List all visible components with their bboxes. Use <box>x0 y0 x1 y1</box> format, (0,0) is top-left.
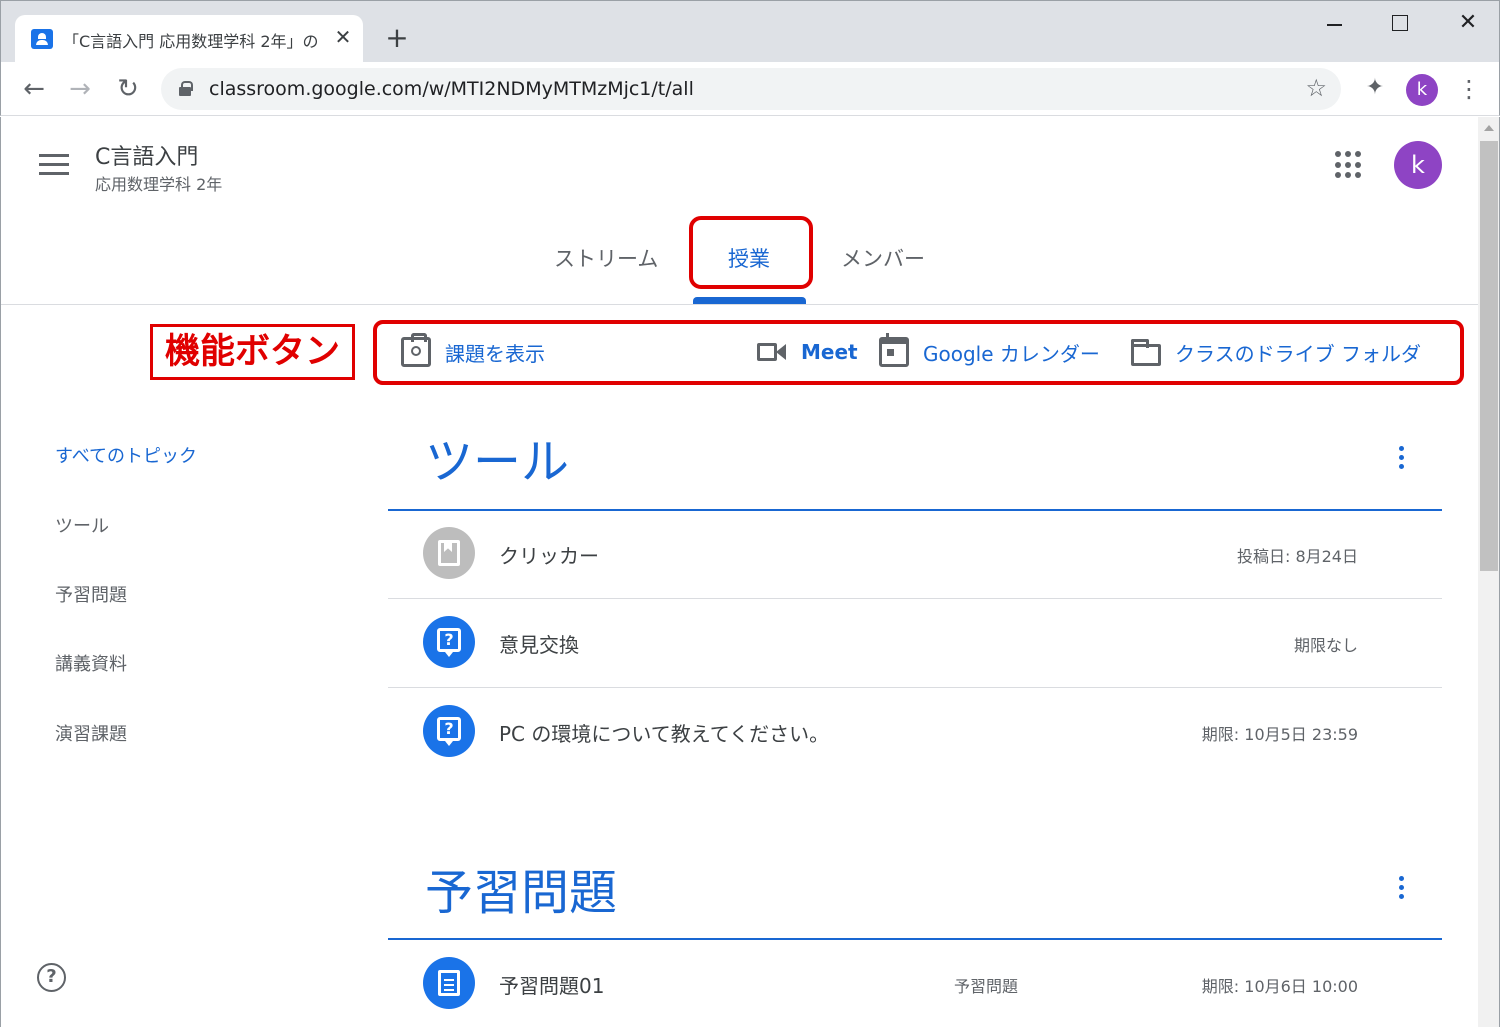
calendar-button[interactable]: Google カレンダー <box>879 333 1100 369</box>
extensions-puzzle-icon[interactable]: ✦ <box>1361 74 1389 102</box>
page-scrollbar[interactable] <box>1478 117 1500 1027</box>
scroll-thumb[interactable] <box>1480 141 1498 571</box>
account-avatar[interactable]: k <box>1394 141 1442 189</box>
sidebar-item-tools[interactable]: ツール <box>55 512 109 538</box>
sidebar-item-preview[interactable]: 予習問題 <box>55 581 127 607</box>
calendar-label: Google カレンダー <box>923 341 1100 366</box>
maximize-button[interactable] <box>1392 15 1408 31</box>
new-tab-button[interactable]: + <box>381 23 413 55</box>
topic-divider <box>388 509 1442 511</box>
topic-title[interactable]: ツール <box>425 422 569 492</box>
tab-title: 「C言語入門 応用数理学科 2年」の <box>63 32 319 51</box>
browser-profile-avatar[interactable]: k <box>1406 74 1438 106</box>
back-arrow-icon[interactable]: ← <box>19 74 49 104</box>
row-divider <box>388 598 1442 599</box>
item-due-date: 期限: 10月6日 10:00 <box>1201 977 1358 996</box>
sidebar-item-all-topics[interactable]: すべてのトピック <box>55 442 197 468</box>
tab-close-icon[interactable]: ✕ <box>331 25 355 49</box>
classroom-page: C言語入門 応用数理学科 2年 k ストリーム 授業 メンバー 機能ボタン 課題… <box>0 117 1478 1027</box>
bookmark-star-icon[interactable]: ☆ <box>1305 74 1327 102</box>
browser-tab-bar: 「C言語入門 応用数理学科 2年」の ✕ + ✕ <box>0 0 1500 63</box>
view-assignments-label: 課題を表示 <box>445 341 545 366</box>
topic-title[interactable]: 予習問題 <box>425 853 617 923</box>
item-due-date: 期限なし <box>1293 636 1358 655</box>
view-assignments-button[interactable]: 課題を表示 <box>401 333 545 369</box>
item-topic-label: 予習問題 <box>954 977 1019 996</box>
browser-menu-icon[interactable]: ⋮ <box>1457 74 1481 104</box>
forward-arrow-icon[interactable]: → <box>65 74 95 104</box>
folder-icon <box>1131 339 1161 366</box>
drive-folder-label: クラスのドライブ フォルダ <box>1175 341 1421 366</box>
lock-icon <box>179 81 193 96</box>
tabs-divider <box>1 304 1478 305</box>
item-title[interactable]: クリッカー <box>499 540 599 569</box>
tab-people[interactable]: メンバー <box>841 243 925 273</box>
course-subtitle: 応用数理学科 2年 <box>95 175 223 194</box>
drive-folder-button[interactable]: クラスのドライブ フォルダ <box>1131 335 1421 369</box>
url-text[interactable]: classroom.google.com/w/MTI2NDMyMTMzMjc1/… <box>209 78 694 100</box>
browser-toolbar: ← → ↻ classroom.google.com/w/MTI2NDMyMTM… <box>0 62 1500 116</box>
item-due-date: 期限: 10月5日 23:59 <box>1201 725 1358 744</box>
google-apps-grid-icon[interactable] <box>1335 151 1363 179</box>
course-title[interactable]: C言語入門 <box>95 139 198 171</box>
classroom-favicon-icon <box>31 29 53 49</box>
topic-more-icon[interactable] <box>1391 444 1411 474</box>
highlight-box-classwork-tab <box>689 216 813 289</box>
material-bookmark-icon <box>423 527 475 579</box>
browser-tab[interactable]: 「C言語入門 応用数理学科 2年」の ✕ <box>15 15 363 63</box>
assignment-badge-icon <box>401 333 431 367</box>
hamburger-menu-icon[interactable] <box>39 154 69 176</box>
video-camera-icon <box>757 337 787 367</box>
tab-stream[interactable]: ストリーム <box>554 243 658 273</box>
item-title[interactable]: PC の環境について教えてください。 <box>499 718 829 747</box>
minimize-button[interactable] <box>1323 15 1347 35</box>
address-bar[interactable]: classroom.google.com/w/MTI2NDMyMTMzMjc1/… <box>161 68 1341 110</box>
topic-divider <box>388 938 1442 940</box>
assignment-icon <box>423 957 475 1009</box>
sidebar-item-lecture-materials[interactable]: 講義資料 <box>55 650 127 676</box>
item-posted-date: 投稿日: 8月24日 <box>1236 547 1358 566</box>
calendar-icon <box>879 333 909 367</box>
scroll-up-arrow-icon[interactable] <box>1484 125 1494 131</box>
help-icon[interactable]: ? <box>37 963 66 992</box>
meet-button[interactable]: Meet <box>757 335 858 369</box>
window-close-button[interactable]: ✕ <box>1457 11 1479 35</box>
annotation-feature-label: 機能ボタン <box>150 324 355 380</box>
question-icon: ? <box>423 616 475 668</box>
item-title[interactable]: 予習問題01 <box>499 970 604 999</box>
sidebar-item-exercises[interactable]: 演習課題 <box>55 720 127 746</box>
reload-icon[interactable]: ↻ <box>113 74 143 104</box>
row-divider <box>388 687 1442 688</box>
meet-label: Meet <box>801 340 858 364</box>
item-title[interactable]: 意見交換 <box>499 629 579 658</box>
topic-more-icon[interactable] <box>1391 874 1411 904</box>
question-icon: ? <box>423 705 475 757</box>
